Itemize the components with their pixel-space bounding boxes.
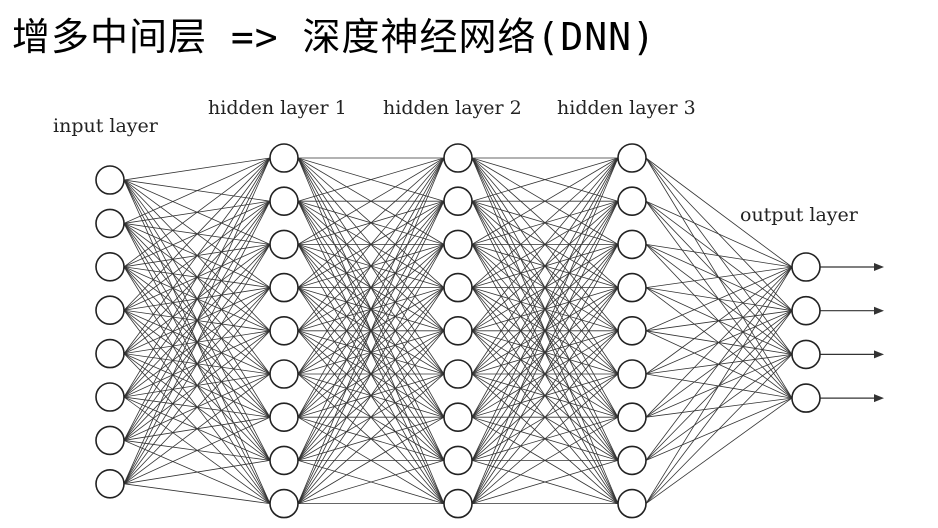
neuron-layer0-4 bbox=[95, 338, 125, 369]
label-hidden-layer-3: hidden layer 3 bbox=[557, 97, 696, 119]
neuron-layer4-0 bbox=[791, 252, 821, 282]
connection-l0-1-l1-0 bbox=[123, 157, 271, 224]
neuron-layer3-7 bbox=[617, 445, 647, 476]
neuron-layer1-1 bbox=[269, 186, 299, 216]
neuron-layer3-3 bbox=[617, 272, 647, 303]
connection-l0-7-l1-7 bbox=[123, 460, 271, 485]
connection-l0-5-l1-0 bbox=[123, 157, 271, 398]
connection-l0-4-l1-0 bbox=[123, 157, 271, 354]
connection-l0-6-l1-0 bbox=[123, 157, 271, 441]
neuron-layer2-0 bbox=[443, 143, 473, 173]
connection-l0-7-l1-1 bbox=[123, 201, 271, 484]
neuron-layer4-3 bbox=[791, 383, 821, 413]
output-arrowhead-3 bbox=[874, 394, 884, 403]
neural-network-diagram: input layer hidden layer 1 hidden layer … bbox=[53, 97, 884, 519]
neuron-layer0-0 bbox=[95, 165, 125, 195]
neuron-layer1-2 bbox=[269, 229, 299, 260]
connection-l0-2-l1-0 bbox=[123, 157, 271, 268]
neuron-layer0-5 bbox=[95, 382, 125, 412]
neuron-layer1-7 bbox=[269, 445, 299, 476]
neuron-layer3-8 bbox=[617, 488, 647, 519]
neuron-layer2-1 bbox=[443, 186, 473, 216]
neuron-layer3-5 bbox=[617, 359, 647, 389]
neuron-layer1-6 bbox=[269, 402, 299, 433]
neuron-layer3-2 bbox=[617, 229, 647, 260]
connection-l0-0-l1-0 bbox=[123, 157, 271, 181]
neuron-layer0-7 bbox=[95, 468, 125, 499]
neuron-layer1-0 bbox=[269, 143, 299, 173]
neuron-layer1-8 bbox=[269, 488, 299, 519]
neuron-layer1-5 bbox=[269, 359, 299, 389]
neuron-layer2-6 bbox=[443, 402, 473, 433]
connection-l3-2-l4-0 bbox=[645, 244, 793, 268]
connection-l0-3-l1-0 bbox=[123, 157, 271, 311]
neuron-layer4-1 bbox=[791, 295, 821, 326]
neuron-layer2-4 bbox=[443, 315, 473, 346]
neuron-layer0-6 bbox=[95, 425, 125, 456]
connection-l3-8-l4-2 bbox=[645, 354, 793, 504]
connection-l3-3-l4-0 bbox=[645, 266, 793, 288]
neuron-layer3-4 bbox=[617, 315, 647, 346]
connection-l3-8-l4-0 bbox=[645, 266, 793, 504]
label-hidden-layer-1: hidden layer 1 bbox=[208, 97, 347, 119]
label-input-layer: input layer bbox=[53, 115, 159, 137]
output-arrowhead-0 bbox=[874, 263, 884, 271]
neuron-layer2-2 bbox=[443, 229, 473, 260]
neuron-layer3-1 bbox=[617, 186, 647, 216]
output-arrowhead-2 bbox=[874, 350, 884, 359]
neuron-layer2-5 bbox=[443, 359, 473, 389]
neuron-layer4-2 bbox=[791, 339, 821, 370]
output-arrows bbox=[820, 263, 884, 403]
neuron-layer2-8 bbox=[443, 488, 473, 519]
neuron-layer0-1 bbox=[95, 208, 125, 239]
neuron-layer1-3 bbox=[269, 272, 299, 303]
label-output-layer: output layer bbox=[740, 204, 859, 226]
neuron-layer0-2 bbox=[95, 251, 125, 282]
neuron-layer0-3 bbox=[95, 295, 125, 326]
neuron-layer2-3 bbox=[443, 272, 473, 303]
neuron-layer1-4 bbox=[269, 315, 299, 346]
label-hidden-layer-2: hidden layer 2 bbox=[383, 97, 522, 119]
neuron-layer3-6 bbox=[617, 402, 647, 433]
neuron-layer2-7 bbox=[443, 445, 473, 476]
neuron-layer3-0 bbox=[617, 143, 647, 173]
output-arrowhead-1 bbox=[874, 306, 884, 315]
